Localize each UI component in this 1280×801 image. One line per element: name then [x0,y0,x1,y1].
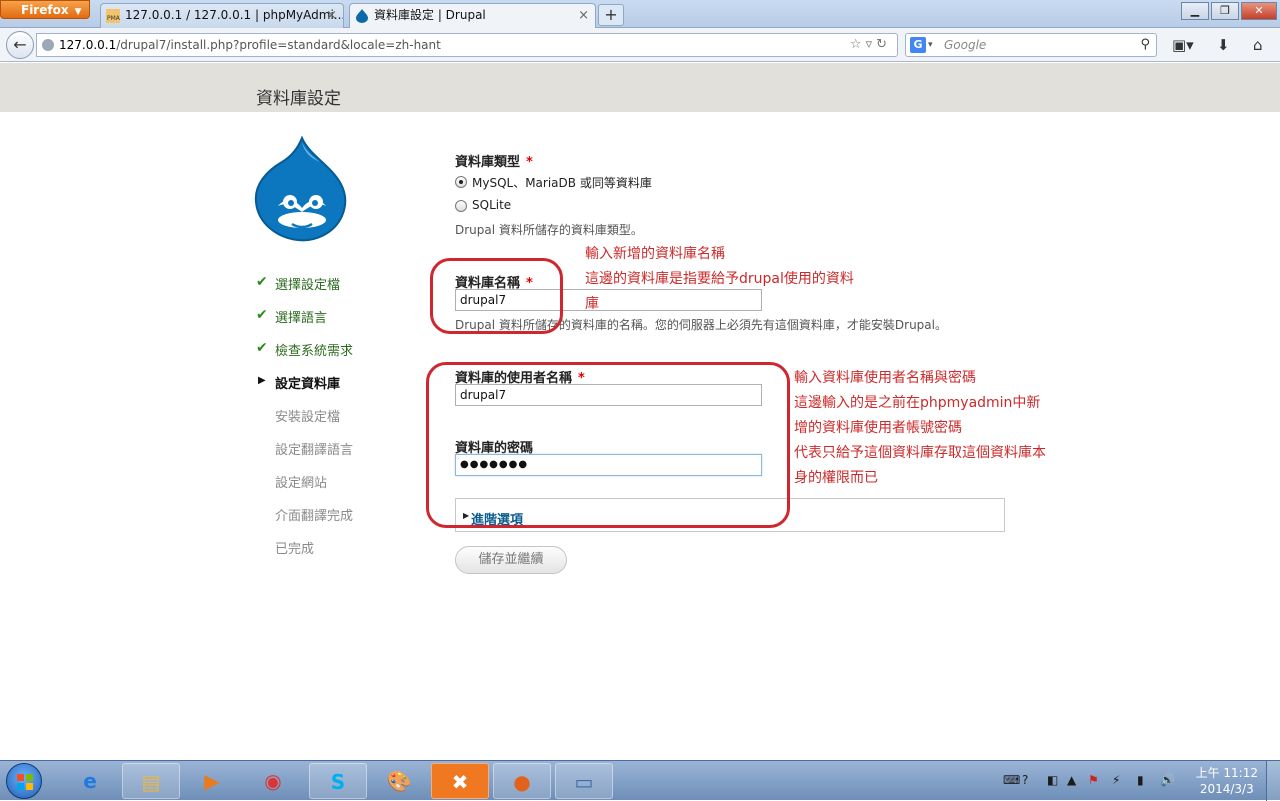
annotation-circle-db-name [430,258,563,334]
navigation-toolbar: ← 127.0.0.1/drupal7/install.php?profile=… [0,28,1280,62]
drupal-logo [254,136,347,242]
step-label: 已完成 [275,542,315,557]
network-icon[interactable]: ▮ [1137,773,1144,787]
step-label: 選擇語言 [275,311,328,326]
step-label: 安裝設定檔 [275,410,341,425]
page-header [0,63,1280,112]
power-icon[interactable]: ⚡ [1112,773,1120,787]
radio-button[interactable] [455,200,467,212]
globe-icon [42,39,54,51]
action-center-icon[interactable]: ⚑ [1088,773,1099,787]
radio-button-checked[interactable] [455,176,467,188]
db-type-description: Drupal 資料所儲存的資料庫類型。 [455,223,643,237]
step-label: 設定資料庫 [275,377,341,392]
annotation-text: 這邊的資料庫是指要給予drupal使用的資料 [585,271,854,287]
taskbar: e ▤ ▶ ◉ S 🎨 ✖ ● ▭ ⌨ ? ◧ ▲ ⚑ ⚡ ▮ 🔊 上午 11:… [0,760,1280,801]
google-icon[interactable]: G [910,37,926,53]
phpmyadmin-icon: PMA [106,9,120,23]
radio-label: SQLite [472,198,512,212]
check-icon: ✔ [256,340,268,356]
radio-label: MySQL、MariaDB 或同等資料庫 [472,176,652,190]
bookmarks-icon[interactable]: ▣▾ [1172,36,1194,54]
annotation-text: 代表只給予這個資料庫存取這個資料庫本 [794,445,1046,461]
annotation-text: 增的資料庫使用者帳號密碼 [794,420,962,436]
restore-button[interactable]: ❐ [1211,2,1239,20]
internet-explorer-icon[interactable]: e [61,763,119,799]
search-placeholder: Google [944,38,987,52]
close-icon[interactable]: × [326,4,337,27]
url-bar[interactable]: 127.0.0.1/drupal7/install.php?profile=st… [36,33,898,57]
tab-strip: Firefox ▼ PMA 127.0.0.1 / 127.0.0.1 | php… [0,0,1280,29]
url-path: /drupal7/install.php?profile=standard&lo… [116,38,441,52]
search-input[interactable]: G ▾ Google ⚲ [905,33,1157,57]
star-icon[interactable]: ☆ [850,37,866,52]
annotation-text: 庫 [585,296,599,312]
url-tools: ☆▿↻ [850,34,891,56]
arrow-left-icon: ← [13,35,27,54]
windows-logo-icon [17,774,33,790]
window-close-button[interactable]: ✕ [1241,2,1277,20]
step-label: 選擇設定檔 [275,278,341,293]
photo-viewer-icon[interactable]: ▭ [555,763,613,799]
volume-icon[interactable]: 🔊 [1160,773,1175,787]
svg-text:PMA: PMA [107,15,120,22]
paint-icon[interactable]: 🎨 [370,763,428,799]
check-icon: ✔ [256,307,268,323]
clock-date: 2014/3/3 [1199,782,1254,796]
db-type-label: 資料庫類型 * [455,155,533,170]
start-button[interactable] [6,763,42,799]
minimize-button[interactable]: ▁ [1181,2,1209,20]
home-icon[interactable]: ⌂ [1253,36,1263,54]
reload-icon[interactable]: ↻ [876,37,891,52]
chevron-up-icon[interactable]: ▲ [1067,773,1076,787]
tab-phpmyadmin[interactable]: PMA 127.0.0.1 / 127.0.0.1 | phpMyAdmi...… [100,3,344,28]
close-icon[interactable]: × [578,4,589,27]
annotation-text: 這邊輸入的是之前在phpmyadmin中新 [794,395,1041,411]
search-icon[interactable]: ⚲ [1140,34,1150,56]
tab-drupal[interactable]: 資料庫設定 | Drupal × [349,3,596,29]
back-button[interactable]: ← [6,31,34,59]
chevron-down-icon: ▼ [74,7,82,17]
system-clock[interactable]: 上午 11:12 2014/3/3 [1196,765,1258,797]
tab-label: 127.0.0.1 / 127.0.0.1 | phpMyAdmi... [125,8,344,22]
keyboard-icon[interactable]: ⌨ [1003,773,1020,787]
firefox-menu-button[interactable]: Firefox ▼ [0,0,90,19]
url-host: 127.0.0.1 [59,38,117,52]
check-icon: ✔ [256,274,268,290]
tab-label: 資料庫設定 | Drupal [374,8,486,22]
step-label: 設定網站 [275,476,328,491]
skype-icon[interactable]: S [309,763,367,799]
annotation-text: 身的權限而已 [794,470,878,486]
help-icon[interactable]: ? [1022,773,1028,787]
show-desktop-button[interactable] [1266,761,1280,801]
required-mark: * [526,155,533,170]
chrome-icon[interactable]: ◉ [244,763,302,799]
step-label: 介面翻譯完成 [275,509,354,524]
tray-app-icon[interactable]: ◧ [1047,773,1058,787]
annotation-text: 輸入資料庫使用者名稱與密碼 [794,370,976,386]
firefox-icon[interactable]: ● [493,763,551,799]
folder-icon[interactable]: ▤ [122,763,180,799]
triangle-right-icon: ▶ [258,375,266,386]
new-tab-button[interactable]: + [598,4,624,26]
step-label: 設定翻譯語言 [275,443,354,458]
clock-time: 上午 11:12 [1195,766,1258,780]
annotation-text: 輸入新增的資料庫名稱 [585,246,725,262]
annotation-circle-db-user [426,362,790,528]
page-title: 資料庫設定 [256,89,341,109]
step-label: 檢查系統需求 [275,344,354,359]
download-icon[interactable]: ⬇ [1217,36,1230,54]
chevron-down-icon: ▾ [928,40,933,50]
media-player-icon[interactable]: ▶ [183,763,241,799]
dropdown-icon[interactable]: ▿ [866,37,877,52]
save-and-continue-button[interactable]: 儲存並繼續 [455,546,567,574]
drupal-drop-icon [356,9,368,23]
xampp-icon[interactable]: ✖ [431,763,489,799]
